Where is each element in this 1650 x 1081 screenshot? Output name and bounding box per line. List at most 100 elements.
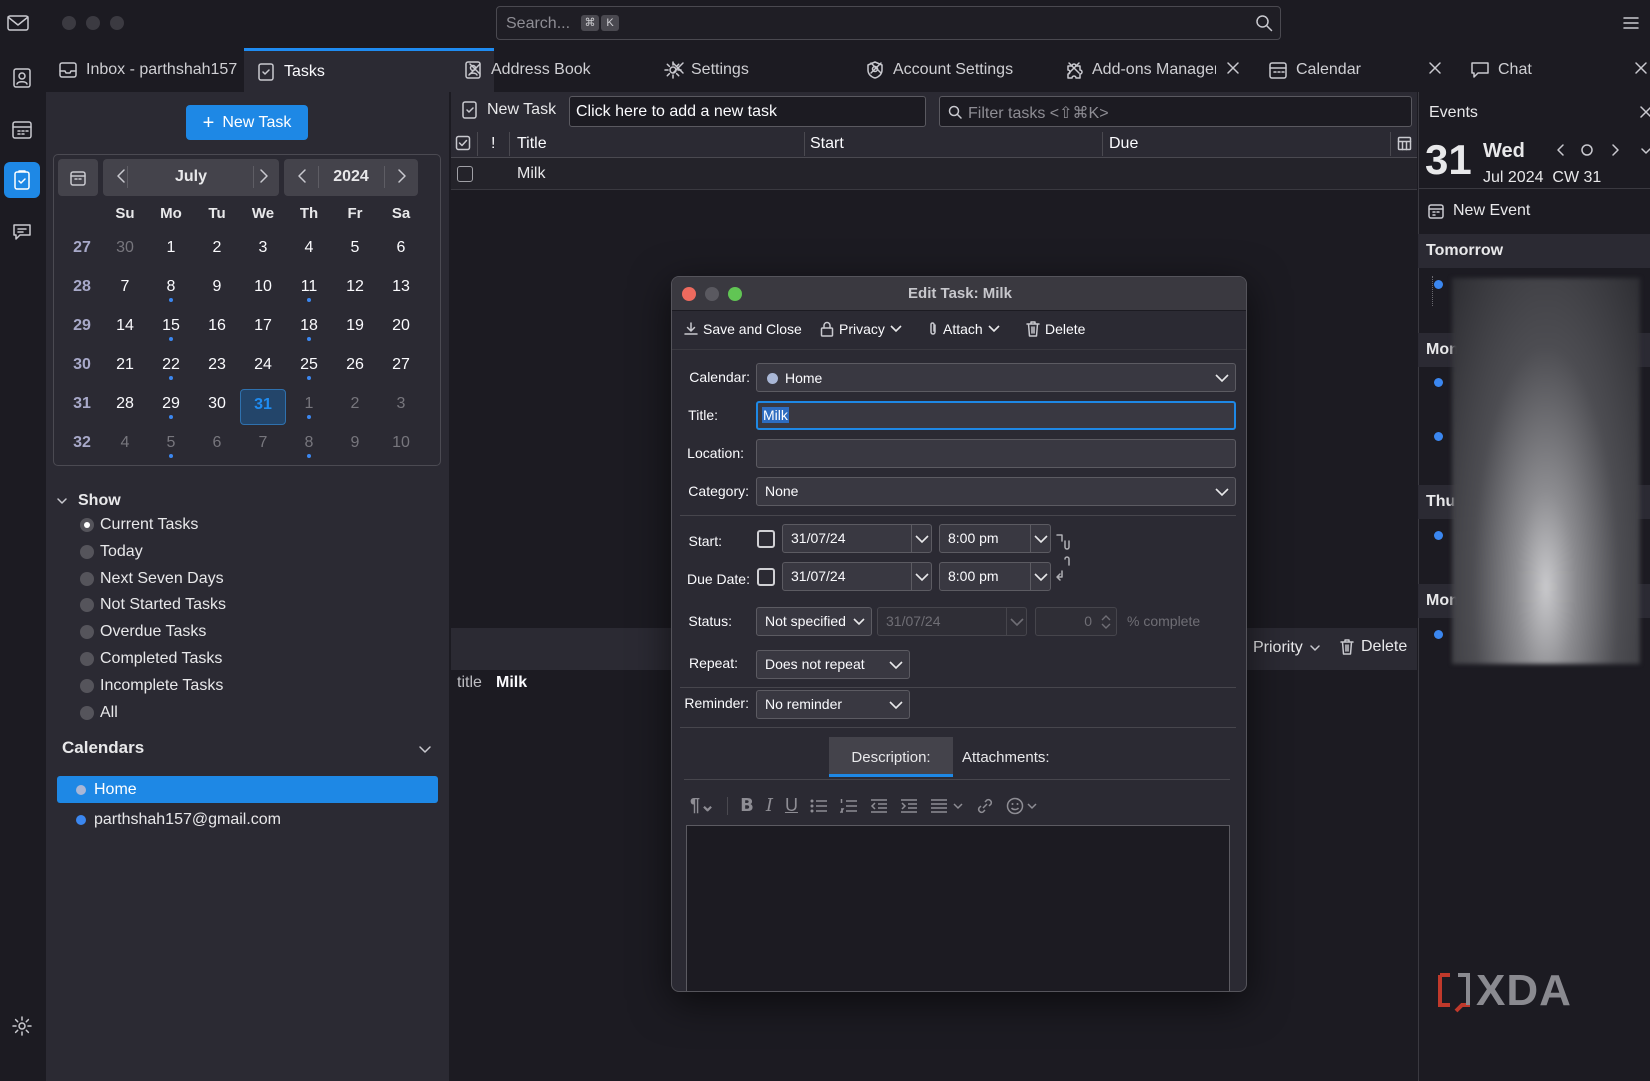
tab-account-settings[interactable]: Account Settings: [853, 48, 1085, 92]
show-section-header[interactable]: Show: [56, 492, 121, 510]
new-event-button[interactable]: New Event: [1427, 202, 1530, 220]
day-cell[interactable]: 8: [286, 428, 332, 464]
chat-space-button[interactable]: [4, 214, 40, 250]
day-cell[interactable]: 24: [240, 350, 286, 386]
tab-add-ons-manager[interactable]: Add-ons Manager: [1052, 48, 1248, 92]
day-cell[interactable]: 13: [378, 272, 424, 308]
bold-icon[interactable]: B: [740, 795, 754, 816]
filter-option[interactable]: Next Seven Days: [80, 570, 224, 588]
filter-option[interactable]: Overdue Tasks: [80, 623, 206, 641]
radio-button[interactable]: [80, 652, 94, 666]
radio-button[interactable]: [80, 571, 94, 586]
calendar-item-gmail[interactable]: parthshah157@gmail.com: [57, 806, 438, 833]
menu-icon[interactable]: [1622, 15, 1640, 31]
radio-button[interactable]: [80, 518, 94, 532]
day-cell[interactable]: 9: [332, 428, 378, 464]
chevron-down-icon[interactable]: [1641, 146, 1650, 156]
completed-column-checkbox-icon[interactable]: [455, 135, 471, 151]
day-cell[interactable]: 7: [240, 428, 286, 464]
reminder-select[interactable]: No reminder: [756, 690, 910, 719]
events-section-header[interactable]: Tomorrow: [1418, 234, 1650, 268]
close-icon[interactable]: [1226, 61, 1240, 75]
next-year-icon[interactable]: [396, 168, 408, 184]
task-row[interactable]: Milk: [451, 158, 1417, 190]
bullet-list-icon[interactable]: [810, 798, 828, 814]
italic-icon[interactable]: I: [766, 795, 773, 816]
day-cell[interactable]: 31: [240, 389, 286, 425]
window-minimize-button[interactable]: [86, 16, 100, 30]
tab-inbox[interactable]: Inbox - parthshah157: [46, 48, 242, 92]
day-cell[interactable]: 30: [194, 389, 240, 425]
outdent-icon[interactable]: [870, 798, 888, 814]
day-cell[interactable]: 22: [148, 350, 194, 386]
calendar-item-home[interactable]: Home: [57, 776, 438, 803]
priority-column-header[interactable]: !: [491, 135, 495, 153]
day-cell[interactable]: 27: [378, 350, 424, 386]
details-priority-button[interactable]: Priority: [1253, 639, 1321, 657]
day-cell[interactable]: 5: [332, 233, 378, 269]
day-cell[interactable]: 17: [240, 311, 286, 347]
mail-icon[interactable]: [6, 13, 30, 33]
radio-button[interactable]: [80, 678, 94, 693]
details-delete-button[interactable]: Delete: [1339, 638, 1407, 656]
start-enable-checkbox[interactable]: [757, 530, 775, 548]
due-time-input[interactable]: 8:00 pm: [939, 562, 1051, 591]
search-icon[interactable]: [1255, 14, 1273, 32]
address-book-space-button[interactable]: [4, 60, 40, 96]
day-cell[interactable]: 3: [240, 233, 286, 269]
day-cell[interactable]: 6: [194, 428, 240, 464]
underline-icon[interactable]: U: [785, 795, 798, 816]
filter-option[interactable]: Today: [80, 543, 143, 561]
privacy-button[interactable]: Privacy: [820, 321, 902, 337]
day-cell[interactable]: 30: [102, 233, 148, 269]
save-and-close-button[interactable]: Save and Close: [684, 321, 802, 337]
dialog-delete-button[interactable]: Delete: [1026, 321, 1085, 337]
status-select[interactable]: Not specified: [756, 607, 872, 636]
day-cell[interactable]: 9: [194, 272, 240, 308]
filter-option[interactable]: Incomplete Tasks: [80, 677, 223, 695]
day-cell[interactable]: 20: [378, 311, 424, 347]
percent-complete-input[interactable]: 0: [1035, 607, 1117, 636]
title-input[interactable]: Milk: [756, 401, 1236, 430]
day-cell[interactable]: 26: [332, 350, 378, 386]
numbered-list-icon[interactable]: [839, 798, 858, 814]
today-circle-icon[interactable]: [1580, 143, 1594, 157]
close-icon[interactable]: [1634, 61, 1648, 75]
completed-date-input[interactable]: 31/07/24: [877, 607, 1027, 636]
paragraph-format-icon[interactable]: ¶⌄: [690, 795, 715, 816]
emoji-icon[interactable]: [1006, 797, 1040, 815]
day-cell[interactable]: 8: [148, 272, 194, 308]
column-picker-icon[interactable]: [1397, 136, 1412, 151]
day-cell[interactable]: 2: [332, 389, 378, 425]
radio-button[interactable]: [80, 544, 94, 559]
radio-button[interactable]: [80, 598, 94, 613]
close-icon[interactable]: [1428, 61, 1442, 75]
quick-add-task-input[interactable]: Click here to add a new task: [569, 96, 926, 127]
calendar-space-button[interactable]: [4, 112, 40, 148]
day-cell[interactable]: 23: [194, 350, 240, 386]
search-box[interactable]: Search... ⌘ K: [496, 6, 1281, 40]
attachments-tab[interactable]: Attachments:: [962, 749, 1050, 766]
due-column-header[interactable]: Due: [1109, 135, 1138, 153]
day-cell[interactable]: 3: [378, 389, 424, 425]
start-time-input[interactable]: 8:00 pm: [939, 524, 1051, 553]
window-zoom-button[interactable]: [110, 16, 124, 30]
day-cell[interactable]: 15: [148, 311, 194, 347]
filter-option[interactable]: Not Started Tasks: [80, 596, 226, 614]
radio-button[interactable]: [80, 625, 94, 640]
repeat-select[interactable]: Does not repeat: [756, 650, 910, 679]
next-day-icon[interactable]: [1611, 143, 1621, 157]
day-cell[interactable]: 4: [286, 233, 332, 269]
calendar-select[interactable]: Home: [756, 363, 1236, 392]
start-column-header[interactable]: Start: [810, 135, 844, 153]
day-cell[interactable]: 2: [194, 233, 240, 269]
window-close-button[interactable]: [62, 16, 76, 30]
day-cell[interactable]: 19: [332, 311, 378, 347]
start-date-input[interactable]: 31/07/24: [782, 524, 932, 553]
day-cell[interactable]: 4: [102, 428, 148, 464]
close-icon[interactable]: [1640, 106, 1650, 118]
today-button[interactable]: [58, 159, 98, 196]
settings-space-button[interactable]: [4, 1008, 40, 1044]
next-month-icon[interactable]: [258, 168, 270, 184]
toolbar-new-task-button[interactable]: New Task: [461, 100, 556, 120]
